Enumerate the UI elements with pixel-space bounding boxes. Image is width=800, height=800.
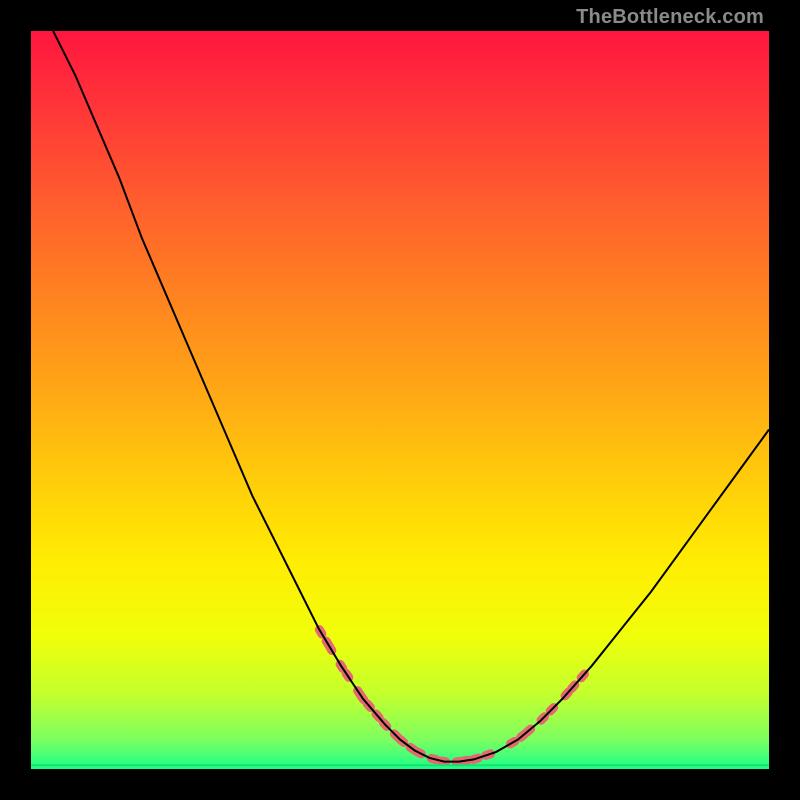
gradient-background [31, 31, 769, 769]
chart-frame [31, 31, 769, 769]
attribution-text: TheBottleneck.com [576, 6, 764, 29]
chart-svg [31, 31, 769, 769]
